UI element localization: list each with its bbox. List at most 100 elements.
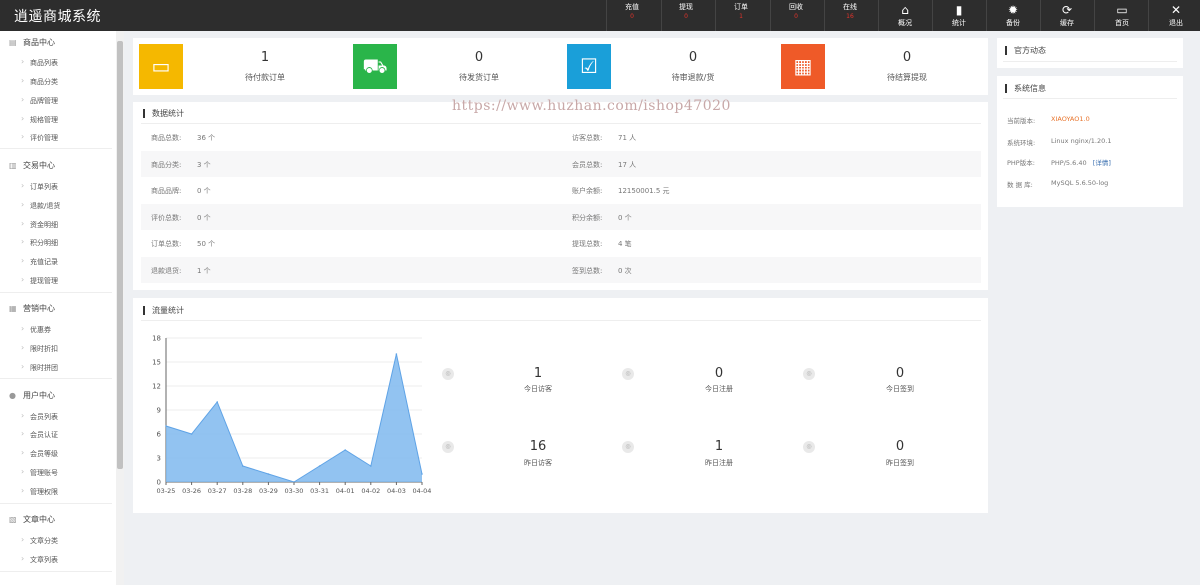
stat-value: 12150001.5 元 bbox=[618, 187, 670, 195]
sidebar-item[interactable]: 积分明细 bbox=[21, 237, 58, 248]
notif-online[interactable]: 在线 16 bbox=[830, 3, 870, 21]
home-icon: ⌂ bbox=[901, 3, 909, 17]
notif-recycle[interactable]: 回收 0 bbox=[776, 3, 816, 21]
divider bbox=[606, 0, 607, 31]
x-tick-label: 03-26 bbox=[182, 487, 201, 495]
sidebar-scroll-thumb[interactable] bbox=[117, 41, 123, 469]
app-title: 逍遥商城系统 bbox=[14, 9, 101, 25]
divider bbox=[661, 0, 662, 31]
sidebar-item[interactable]: 退款/退货 bbox=[21, 200, 60, 211]
sidebar-item[interactable]: 订单列表 bbox=[21, 181, 58, 192]
y-tick-label: 12 bbox=[152, 383, 161, 391]
sidebar-item[interactable]: 会员等级 bbox=[21, 448, 58, 459]
x-tick-label: 03-25 bbox=[157, 487, 176, 495]
notif-orders[interactable]: 订单 1 bbox=[721, 3, 761, 21]
stat-value: 0 个 bbox=[197, 214, 211, 222]
stat-label[interactable]: 待审退款/货 bbox=[633, 72, 753, 83]
sidebar-group-trade[interactable]: ▥ 交易中心 bbox=[9, 160, 55, 171]
sidebar-item[interactable]: 商品分类 bbox=[21, 76, 58, 87]
visitor-icon: ◎ bbox=[442, 441, 454, 453]
register-icon: ◎ bbox=[622, 441, 634, 453]
traffic-label: 昨日签到 bbox=[886, 459, 914, 467]
sidebar-group-marketing[interactable]: ▦ 营销中心 bbox=[9, 303, 55, 314]
divider bbox=[0, 571, 112, 572]
sidebar-group-article[interactable]: ▧ 文章中心 bbox=[9, 514, 55, 525]
traffic-title: 流量统计 bbox=[143, 306, 184, 315]
sidebar-item[interactable]: 优惠券 bbox=[21, 324, 51, 335]
sidebar-item[interactable]: 规格管理 bbox=[21, 114, 58, 125]
x-tick-label: 04-01 bbox=[336, 487, 355, 495]
sidebar-item[interactable]: 充值记录 bbox=[21, 256, 58, 267]
sidebar-group-label: 营销中心 bbox=[23, 304, 55, 313]
divider bbox=[824, 0, 825, 31]
nav-label: 首页 bbox=[1115, 19, 1129, 27]
traffic-label: 今日访客 bbox=[524, 385, 552, 393]
sidebar-item[interactable]: 限时拼团 bbox=[21, 362, 58, 373]
x-tick-label: 03-29 bbox=[259, 487, 278, 495]
x-tick-label: 03-28 bbox=[233, 487, 252, 495]
php-details-link[interactable]: [详情] bbox=[1093, 159, 1111, 167]
data-point bbox=[190, 433, 193, 435]
divider bbox=[0, 503, 112, 504]
sidebar-item[interactable]: 提现管理 bbox=[21, 275, 58, 286]
sidebar-item[interactable]: 限时折扣 bbox=[21, 343, 58, 354]
sidebar-item[interactable]: 文章分类 bbox=[21, 535, 58, 546]
notif-recharge[interactable]: 充值 0 bbox=[612, 3, 652, 21]
stat-value: 0 bbox=[902, 50, 912, 65]
nav-home[interactable]: ▭ 首页 bbox=[1104, 2, 1140, 28]
stat-label: 商品分类: bbox=[151, 161, 182, 169]
stat-label: 退款退货: bbox=[151, 267, 182, 275]
data-point bbox=[318, 465, 321, 467]
sidebar-item[interactable]: 会员认证 bbox=[21, 429, 58, 440]
sidebar-group-label: 交易中心 bbox=[23, 161, 55, 170]
nav-overview[interactable]: ⌂ 概况 bbox=[887, 2, 923, 28]
monitor-icon: ▭ bbox=[1116, 3, 1128, 17]
divider bbox=[0, 148, 112, 149]
nav-backup[interactable]: ✹ 备份 bbox=[995, 2, 1031, 28]
data-stats-title: 数据统计 bbox=[143, 109, 184, 118]
notif-label: 回收 bbox=[789, 3, 803, 11]
data-point bbox=[370, 465, 372, 467]
stat-label[interactable]: 待发货订单 bbox=[419, 72, 539, 83]
nav-stats[interactable]: ▮ 统计 bbox=[941, 2, 977, 28]
stat-label[interactable]: 待结算提现 bbox=[847, 72, 967, 83]
php-version: PHP/5.6.40 bbox=[1051, 159, 1087, 167]
stat-value: 0 次 bbox=[618, 267, 632, 275]
sidebar-item[interactable]: 文章列表 bbox=[21, 554, 58, 565]
article-icon: ▧ bbox=[9, 515, 17, 524]
stat-label: 商品总数: bbox=[151, 134, 182, 142]
y-tick-label: 0 bbox=[157, 479, 161, 487]
sidebar-group-user[interactable]: ● 用户中心 bbox=[9, 390, 55, 401]
stats-cards-panel bbox=[133, 38, 988, 95]
sidebar-item[interactable]: 资金明细 bbox=[21, 219, 58, 230]
truck-icon: ⛟ bbox=[353, 44, 397, 89]
nav-cache[interactable]: ⟳ 缓存 bbox=[1049, 2, 1085, 28]
stat-label[interactable]: 待付款订单 bbox=[205, 72, 325, 83]
nav-logout[interactable]: ✕ 退出 bbox=[1158, 2, 1194, 28]
stat-value: 1 bbox=[260, 50, 270, 65]
wallet-icon: ▭ bbox=[139, 44, 183, 89]
notif-label: 订单 bbox=[734, 3, 748, 11]
divider bbox=[1040, 0, 1041, 31]
y-tick-label: 6 bbox=[157, 431, 162, 439]
notif-count: 0 bbox=[630, 13, 634, 20]
sidebar-item[interactable]: 品牌管理 bbox=[21, 95, 58, 106]
sidebar-group-goods[interactable]: ▤ 商品中心 bbox=[9, 37, 55, 48]
stat-label: 访客总数: bbox=[572, 134, 603, 142]
db-value: MySQL 5.6.50-log bbox=[1051, 179, 1109, 187]
notif-withdraw[interactable]: 提现 0 bbox=[666, 3, 706, 21]
notif-count: 0 bbox=[684, 13, 688, 20]
y-tick-label: 18 bbox=[152, 335, 161, 343]
close-icon: ✕ bbox=[1170, 3, 1182, 17]
sidebar-item[interactable]: 会员列表 bbox=[21, 411, 58, 422]
stat-value: 36 个 bbox=[197, 134, 216, 142]
sidebar-item[interactable]: 管理账号 bbox=[21, 467, 58, 478]
sidebar-item[interactable]: 评价管理 bbox=[21, 132, 58, 143]
sidebar-item[interactable]: 管理权限 bbox=[21, 486, 58, 497]
sidebar-item[interactable]: 商品列表 bbox=[21, 57, 58, 68]
divider bbox=[1148, 0, 1149, 31]
stat-value: 0 bbox=[688, 50, 698, 65]
y-tick-label: 9 bbox=[157, 407, 161, 415]
stat-value: 71 人 bbox=[618, 134, 637, 142]
traffic-value: 16 bbox=[529, 439, 547, 454]
